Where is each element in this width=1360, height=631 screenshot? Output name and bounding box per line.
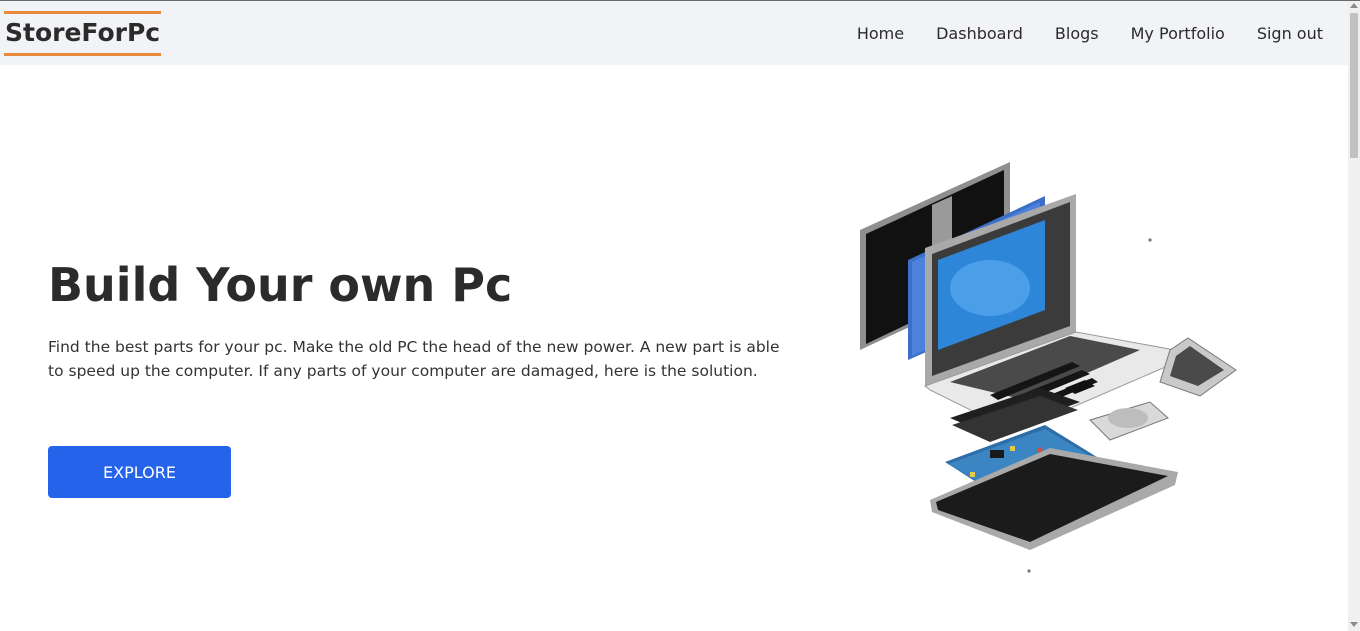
nav-link-my-portfolio[interactable]: My Portfolio bbox=[1131, 24, 1225, 43]
scroll-thumb[interactable] bbox=[1350, 13, 1358, 158]
brand-logo[interactable]: StoreForPc bbox=[4, 11, 162, 56]
hero-title: Build Your own Pc bbox=[48, 258, 513, 312]
scroll-up-arrow-icon[interactable] bbox=[1350, 3, 1358, 8]
navbar: StoreForPc Home Dashboard Blogs My Portf… bbox=[0, 1, 1348, 65]
exploded-laptop-illustration bbox=[860, 162, 1237, 573]
hero-description: Find the best parts for your pc. Make th… bbox=[48, 338, 780, 380]
nav-link-blogs[interactable]: Blogs bbox=[1055, 24, 1099, 43]
nav-link-dashboard[interactable]: Dashboard bbox=[936, 24, 1023, 43]
page-scrollbar[interactable] bbox=[1348, 1, 1360, 631]
nav-links: Home Dashboard Blogs My Portfolio Sign o… bbox=[825, 1, 1323, 65]
explore-button[interactable]: EXPLORE bbox=[48, 446, 231, 498]
scroll-down-arrow-icon[interactable] bbox=[1350, 622, 1358, 627]
nav-link-home[interactable]: Home bbox=[857, 24, 904, 43]
nav-link-sign-out[interactable]: Sign out bbox=[1257, 24, 1323, 43]
